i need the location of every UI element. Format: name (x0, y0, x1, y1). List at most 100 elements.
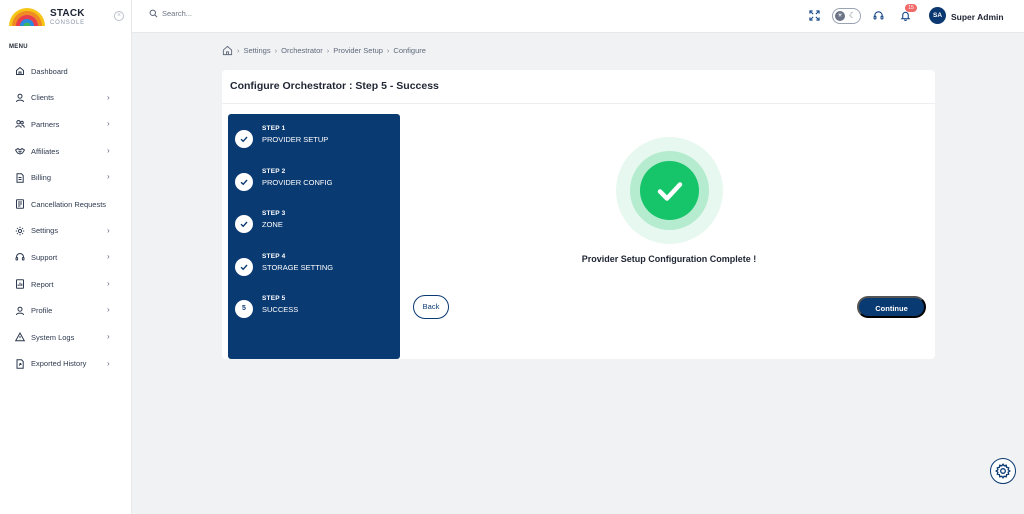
fullscreen-icon[interactable] (809, 10, 820, 21)
sidebar-item-label: Settings (31, 226, 59, 236)
step-badge: 5 (235, 300, 253, 318)
home-icon[interactable] (222, 45, 233, 56)
search-input[interactable] (162, 9, 282, 18)
sidebar-item-profile[interactable]: Profile › (0, 297, 132, 324)
chevron-right-icon: › (107, 278, 110, 288)
export-icon (15, 359, 25, 369)
chevron-right-icon: › (107, 145, 110, 155)
gear-icon (995, 463, 1011, 479)
logo-icon (8, 7, 46, 27)
profile-icon (15, 306, 25, 316)
configure-card: Configure Orchestrator : Step 5 - Succes… (222, 70, 935, 359)
step-number: STEP 3 (262, 210, 286, 217)
sidebar-item-label: Partners (31, 119, 60, 129)
breadcrumb: › Settings › Orchestrator › Provider Set… (222, 45, 426, 56)
step-name: ZONE (262, 220, 283, 229)
breadcrumb-item[interactable]: Orchestrator (281, 46, 323, 55)
chevron-right-icon: › (107, 358, 110, 368)
success-message: Provider Setup Configuration Complete ! (581, 254, 757, 264)
menu-title: MENU (9, 44, 28, 50)
step-3: STEP 3 ZONE (235, 210, 395, 240)
step-number: STEP 1 (262, 125, 286, 132)
brand-name: STACK (50, 7, 85, 19)
sidebar-item-label: Clients (31, 93, 54, 103)
sidebar-item-exported-history[interactable]: Exported History › (0, 351, 132, 378)
users-icon (15, 119, 25, 129)
sidebar-item-clients[interactable]: Clients › (0, 85, 132, 112)
chevron-right-icon: › (107, 252, 110, 262)
chevron-right-icon: › (107, 119, 110, 129)
step-number: STEP 4 (262, 253, 286, 260)
step-5: 5 STEP 5 SUCCESS (235, 295, 395, 325)
user-name[interactable]: Super Admin (951, 12, 1004, 22)
check-icon (235, 258, 253, 276)
brand-subtitle: CONSOLE (50, 19, 85, 26)
stepper: STEP 1 PROVIDER SETUP STEP 2 PROVIDER CO… (228, 114, 400, 359)
breadcrumb-item[interactable]: Settings (244, 46, 271, 55)
report-icon (15, 279, 25, 289)
step-number: STEP 5 (262, 295, 286, 302)
chevron-right-icon: › (107, 172, 110, 182)
headset-icon (15, 252, 25, 262)
sidebar-item-report[interactable]: Report › (0, 271, 132, 298)
sidebar-item-label: Exported History (31, 359, 87, 369)
sidebar-item-cancellation-requests[interactable]: Cancellation Requests (0, 191, 132, 218)
theme-toggle[interactable]: ☀ ☾ (832, 8, 861, 24)
sidebar-item-label: Cancellation Requests (31, 199, 107, 209)
sidebar-item-settings[interactable]: Settings › (0, 218, 132, 245)
sun-icon: ☀ (835, 11, 845, 21)
chevron-right-icon: › (107, 225, 110, 235)
sidebar-item-affiliates[interactable]: Affiliates › (0, 138, 132, 165)
check-icon (235, 173, 253, 191)
sidebar-item-partners[interactable]: Partners › (0, 111, 132, 138)
check-icon (235, 130, 253, 148)
continue-button[interactable]: Continue (857, 296, 926, 318)
step-name: STORAGE SETTING (262, 263, 334, 272)
avatar[interactable]: SA (929, 7, 946, 24)
topbar: ☀ ☾ 15 SA Super Admin (132, 0, 1024, 33)
sidebar-menu: Dashboard Clients › Partners › Affiliate… (0, 58, 132, 377)
sidebar-item-label: Affiliates (31, 146, 60, 156)
sidebar-item-label: Profile (31, 306, 53, 316)
settings-fab[interactable] (990, 458, 1016, 484)
success-illustration (616, 137, 723, 244)
moon-icon: ☾ (849, 11, 857, 20)
user-icon (15, 93, 25, 103)
sidebar-item-system-logs[interactable]: System Logs › (0, 324, 132, 351)
step-number: STEP 2 (262, 168, 286, 175)
brand-logo[interactable]: STACK CONSOLE (8, 6, 85, 28)
chevron-right-icon: › (326, 46, 330, 55)
step-2: STEP 2 PROVIDER CONFIG (235, 168, 395, 198)
notification-badge: 15 (905, 4, 917, 12)
sidebar-item-label: Billing (31, 173, 52, 183)
sidebar-item-label: System Logs (31, 332, 75, 342)
breadcrumb-item[interactable]: Provider Setup (333, 46, 383, 55)
sidebar-item-support[interactable]: Support › (0, 244, 132, 271)
sidebar-item-label: Report (31, 279, 54, 289)
check-icon (235, 215, 253, 233)
sidebar-item-label: Dashboard (31, 66, 68, 76)
success-check-icon (640, 161, 699, 220)
back-button[interactable]: Back (413, 295, 449, 319)
step-name: PROVIDER SETUP (262, 135, 329, 144)
step-1: STEP 1 PROVIDER SETUP (235, 125, 395, 155)
document-icon (15, 199, 25, 209)
sidebar-item-billing[interactable]: Billing › (0, 164, 132, 191)
step-4: STEP 4 STORAGE SETTING (235, 253, 395, 283)
headset-icon[interactable] (873, 10, 884, 21)
step-name: SUCCESS (262, 305, 299, 314)
divider (222, 103, 935, 104)
chevron-right-icon: › (237, 46, 240, 55)
warning-icon (15, 332, 25, 342)
search-box (149, 9, 282, 18)
breadcrumb-item-current: Configure (393, 46, 426, 55)
search-icon (149, 9, 158, 18)
chevron-right-icon: › (107, 331, 110, 341)
sidebar-item-dashboard[interactable]: Dashboard (0, 58, 132, 85)
page-title: Configure Orchestrator : Step 5 - Succes… (230, 80, 439, 92)
gear-icon (15, 226, 25, 236)
sidebar-collapse-icon[interactable]: × (114, 11, 124, 21)
chevron-right-icon: › (386, 46, 390, 55)
sidebar-item-label: Support (31, 252, 58, 262)
chevron-right-icon: › (107, 92, 110, 102)
